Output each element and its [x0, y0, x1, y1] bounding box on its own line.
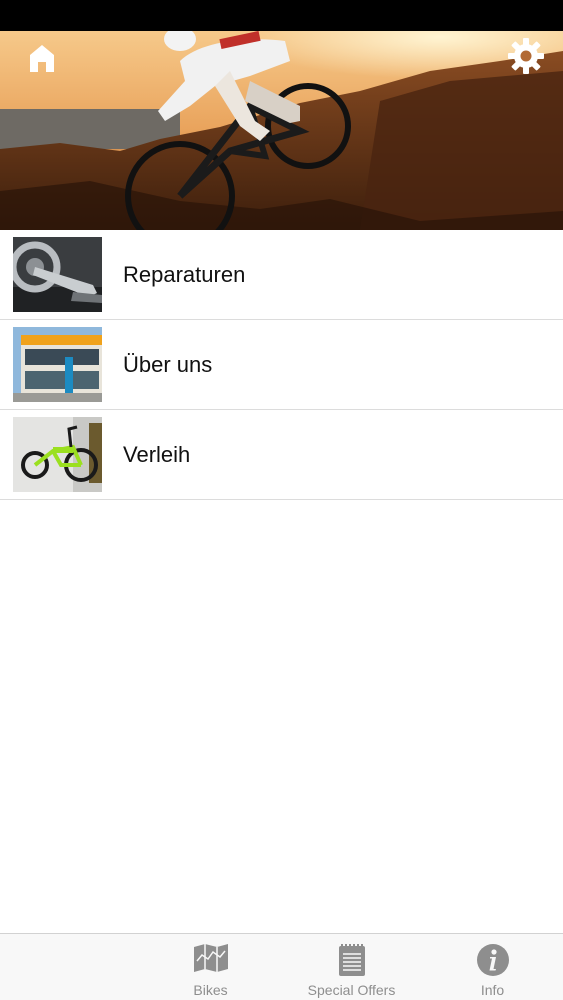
notepad-icon: [337, 943, 367, 982]
gear-icon[interactable]: [507, 37, 545, 75]
tab-label: Info: [480, 982, 505, 998]
header-banner: [0, 31, 563, 230]
info-icon: [476, 943, 510, 982]
tab-bar: Bikes Special Offers Info: [0, 933, 563, 1000]
ebike-thumbnail: [13, 417, 102, 492]
home-icon[interactable]: [28, 43, 56, 73]
bike-crank-thumbnail: [13, 237, 102, 312]
menu-item-reparaturen[interactable]: Reparaturen: [0, 230, 563, 320]
tab-label: Special Offers: [307, 982, 396, 998]
menu-item-label: Über uns: [123, 352, 213, 377]
menu-item-ueber-uns[interactable]: Über uns: [0, 320, 563, 410]
menu-item-label: Reparaturen: [123, 262, 246, 287]
status-bar: [0, 0, 563, 31]
menu-item-label: Verleih: [123, 442, 191, 467]
tab-label: Bikes: [193, 982, 228, 998]
shop-building-thumbnail: [13, 327, 102, 402]
menu-list: Reparaturen Über uns Verleih: [0, 230, 563, 500]
tab-info[interactable]: Info: [422, 934, 563, 1000]
tab-bikes[interactable]: Bikes: [140, 934, 281, 1000]
mountain-biker-banner-image: [0, 31, 563, 230]
menu-item-verleih[interactable]: Verleih: [0, 410, 563, 500]
tab-special-offers[interactable]: Special Offers: [281, 934, 422, 1000]
map-icon: [193, 943, 229, 978]
